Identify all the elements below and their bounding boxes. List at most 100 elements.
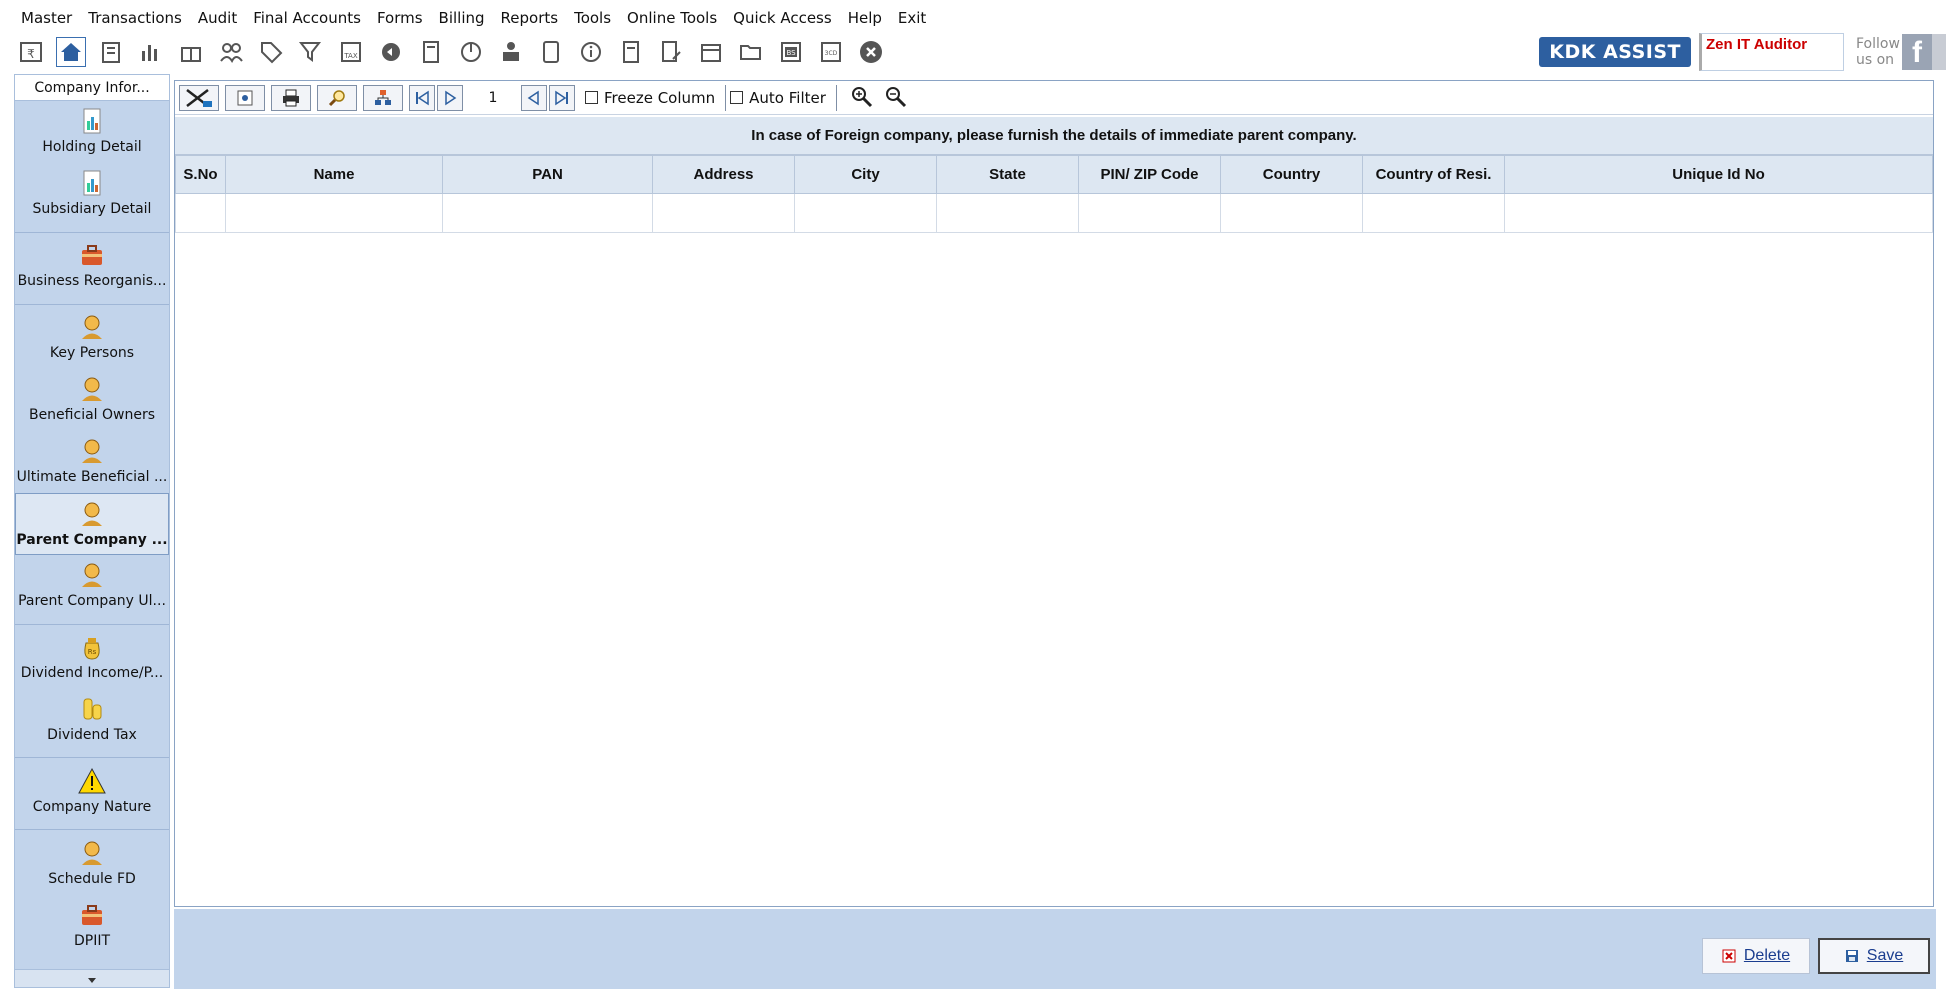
cell-country-of-residence[interactable] (1362, 193, 1505, 233)
sidebar-item-key-persons[interactable]: Key Persons (15, 313, 169, 369)
warning-icon (78, 767, 106, 794)
zoom-out-icon[interactable] (881, 83, 911, 113)
prev-page-icon[interactable] (437, 84, 463, 111)
sidebar-item-schedule-fd[interactable]: Schedule FD (15, 839, 169, 895)
delete-icon (1722, 949, 1736, 963)
auto-filter-checkbox[interactable]: Auto Filter (730, 84, 837, 111)
svg-text:Rs: Rs (88, 648, 97, 656)
gift-icon[interactable] (176, 37, 206, 67)
building-icon[interactable] (96, 37, 126, 67)
sidebar-item-business-reorganisation[interactable]: Business Reorganis... (15, 241, 169, 297)
column-header-unique-id: Unique Id No (1504, 155, 1933, 194)
menu-transactions[interactable]: Transactions (80, 9, 190, 27)
svg-text:₹: ₹ (27, 47, 35, 61)
person-icon (82, 315, 102, 339)
checkbox-box (585, 91, 598, 104)
sidebar-item-company-nature[interactable]: Company Nature (15, 767, 169, 823)
menu-exit[interactable]: Exit (890, 9, 934, 27)
person-icon (82, 841, 102, 865)
freeze-column-checkbox[interactable]: Freeze Column (585, 84, 727, 111)
cell-sno[interactable] (175, 193, 226, 233)
menu-help[interactable]: Help (840, 9, 890, 27)
tablet-icon[interactable] (536, 37, 566, 67)
sidebar-header[interactable]: Company Infor... (15, 75, 169, 101)
print-icon[interactable] (271, 84, 311, 111)
sidebar-item-dividend-tax[interactable]: Dividend Tax (15, 695, 169, 751)
sidebar-item-parent-company[interactable]: Parent Company ... (15, 493, 169, 555)
parent-company-grid: 1 Freeze Column Auto Filter In case of F… (174, 80, 1934, 907)
menu-billing[interactable]: Billing (431, 9, 493, 27)
sidebar-scroll-down[interactable] (15, 969, 169, 987)
last-page-icon[interactable] (549, 84, 575, 111)
document-edit-icon[interactable] (656, 37, 686, 67)
cell-address[interactable] (652, 193, 795, 233)
chevron-down-icon (88, 978, 96, 983)
column-header-country-of-residence: Country of Resi. (1362, 155, 1505, 194)
sidebar-item-label: Dividend Income/P... (20, 665, 164, 681)
table-row[interactable] (175, 193, 1933, 233)
sidebar-item-subsidiary-detail[interactable]: Subsidiary Detail (15, 169, 169, 225)
cell-name[interactable] (225, 193, 443, 233)
rupee-icon[interactable]: ₹ (16, 37, 46, 67)
column-header-city: City (794, 155, 937, 194)
sidebar-item-dpiit[interactable]: DPIIT (15, 901, 169, 957)
calendar-icon[interactable] (696, 37, 726, 67)
hierarchy-icon[interactable] (363, 84, 403, 111)
menu-quick-access[interactable]: Quick Access (725, 9, 840, 27)
previous-icon[interactable] (521, 84, 547, 111)
cell-unique-id[interactable] (1504, 193, 1933, 233)
tax-icon[interactable]: TAX (336, 37, 366, 67)
filter-icon[interactable] (296, 37, 326, 67)
sidebar-item-holding-detail[interactable]: Holding Detail (15, 107, 169, 163)
sidebar-item-label: Ultimate Beneficial ... (16, 469, 168, 485)
menu-master[interactable]: Master (16, 9, 80, 27)
close-circle-icon[interactable] (856, 37, 886, 67)
3cd-icon[interactable]: 3CD (816, 37, 846, 67)
brand-area: KDK ASSIST Zen IT Auditor Follow us on f (1539, 32, 1946, 72)
delete-button[interactable]: Delete (1702, 938, 1810, 974)
menu-reports[interactable]: Reports (493, 9, 567, 27)
money-bag-icon: Rs (84, 638, 100, 660)
sidebar-item-ultimate-beneficial[interactable]: Ultimate Beneficial ... (15, 437, 169, 493)
svg-text:TAX: TAX (343, 52, 358, 60)
kdk-assist-button[interactable]: KDK ASSIST (1539, 37, 1691, 67)
bs-icon[interactable]: BS (776, 37, 806, 67)
cell-pan[interactable] (442, 193, 653, 233)
menu-tools[interactable]: Tools (566, 9, 619, 27)
home-icon[interactable] (56, 37, 86, 67)
first-page-icon[interactable] (409, 84, 435, 111)
sidebar-item-beneficial-owners[interactable]: Beneficial Owners (15, 375, 169, 431)
pay-icon[interactable] (496, 37, 526, 67)
cell-pin-zip[interactable] (1078, 193, 1221, 233)
menu-final-accounts[interactable]: Final Accounts (245, 9, 369, 27)
bar-chart-icon[interactable] (136, 37, 166, 67)
info-icon[interactable] (576, 37, 606, 67)
refresh-icon[interactable] (376, 37, 406, 67)
users-icon[interactable] (216, 37, 246, 67)
report-icon[interactable] (616, 37, 646, 67)
pie-icon[interactable] (456, 37, 486, 67)
menu-audit[interactable]: Audit (190, 9, 245, 27)
sidebar-item-dividend-income[interactable]: Rs Dividend Income/P... (15, 633, 169, 689)
folder-icon[interactable] (736, 37, 766, 67)
search-icon[interactable] (317, 84, 357, 111)
freeze-column-label: Freeze Column (604, 88, 716, 107)
report-icon (83, 108, 101, 134)
calculator-icon[interactable] (416, 37, 446, 67)
floppy-disk-icon (1845, 950, 1858, 962)
menu-forms[interactable]: Forms (369, 9, 431, 27)
tag-icon[interactable] (256, 37, 286, 67)
menu-online-tools[interactable]: Online Tools (619, 9, 725, 27)
cell-state[interactable] (936, 193, 1079, 233)
facebook-icon[interactable]: f (1902, 34, 1932, 70)
sidebar-item-parent-company-ultimate[interactable]: Parent Company Ul... (15, 561, 169, 617)
web-export-icon[interactable] (225, 84, 265, 111)
excel-export-icon[interactable] (179, 84, 219, 111)
save-label: Save (1866, 947, 1904, 964)
data-table: S.No Name PAN Address City State PIN/ ZI… (175, 155, 1933, 233)
zoom-in-icon[interactable] (847, 83, 877, 113)
cell-country[interactable] (1220, 193, 1363, 233)
save-button[interactable]: Save (1818, 938, 1930, 974)
cell-city[interactable] (794, 193, 937, 233)
social-icon[interactable] (1932, 34, 1946, 70)
